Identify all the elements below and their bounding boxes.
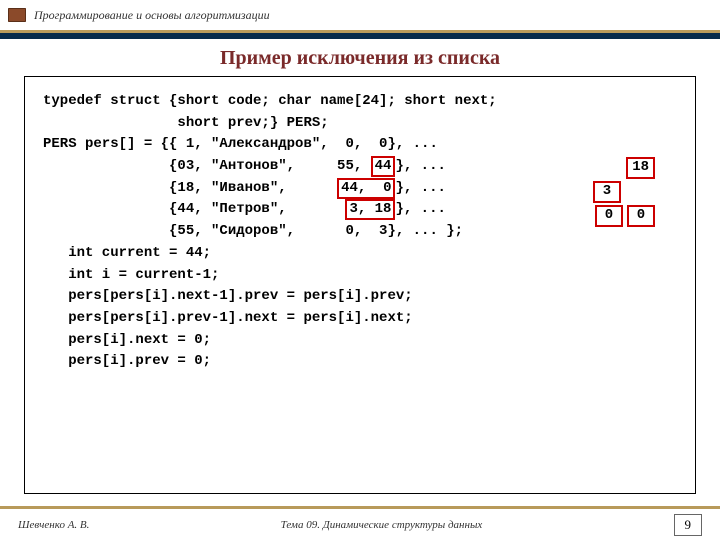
- annotation-top: 18: [626, 157, 655, 179]
- code-line: pers[pers[i].next-1].prev = pers[i].prev…: [43, 286, 679, 308]
- code-line: PERS pers[] = {{ 1, "Александров", 0, 0}…: [43, 134, 679, 156]
- code-line: typedef struct {short code; char name[24…: [43, 91, 679, 113]
- code-line: pers[i].prev = 0;: [43, 351, 679, 373]
- author-label: Шевченко А. В.: [18, 519, 89, 531]
- header-stripe: [0, 33, 720, 39]
- code-line: int i = current-1;: [43, 265, 679, 287]
- annotation-cell: 3: [593, 181, 621, 203]
- slide-footer: Шевченко А. В. Тема 09. Динамические стр…: [0, 506, 720, 540]
- code-line: {18, "Иванов", 44, 0}, ...: [43, 178, 679, 200]
- annotation-cell: 18: [626, 157, 655, 179]
- page-number: 9: [674, 514, 703, 536]
- code-line: pers[i].next = 0;: [43, 330, 679, 352]
- code-line: {03, "Антонов", 55, 44}, ...: [43, 156, 679, 178]
- topic-label: Тема 09. Динамические структуры данных: [89, 519, 673, 531]
- code-block: typedef struct {short code; char name[24…: [24, 76, 696, 494]
- code-line: {55, "Сидоров", 0, 3}, ... };: [43, 221, 679, 243]
- slide-title: Пример исключения из списка: [0, 47, 720, 70]
- highlight-cell: 44: [371, 156, 396, 177]
- code-line: pers[pers[i].prev-1].next = pers[i].next…: [43, 308, 679, 330]
- code-line: {44, "Петров", 3, 18}, ...: [43, 199, 679, 221]
- annotation-cell: 0: [595, 205, 623, 227]
- highlight-cell: 3, 18: [345, 199, 395, 220]
- logo-icon: [8, 8, 26, 22]
- code-line: short prev;} PERS;: [43, 113, 679, 135]
- annotation-cell: 0: [627, 205, 655, 227]
- annotation-bottom: 00: [595, 205, 655, 227]
- course-name: Программирование и основы алгоритмизации: [34, 8, 270, 23]
- slide-header: Программирование и основы алгоритмизации: [0, 0, 720, 30]
- highlight-cell: 44, 0: [337, 178, 395, 199]
- code-line: int current = 44;: [43, 243, 679, 265]
- annotation-mid: 3: [593, 181, 621, 203]
